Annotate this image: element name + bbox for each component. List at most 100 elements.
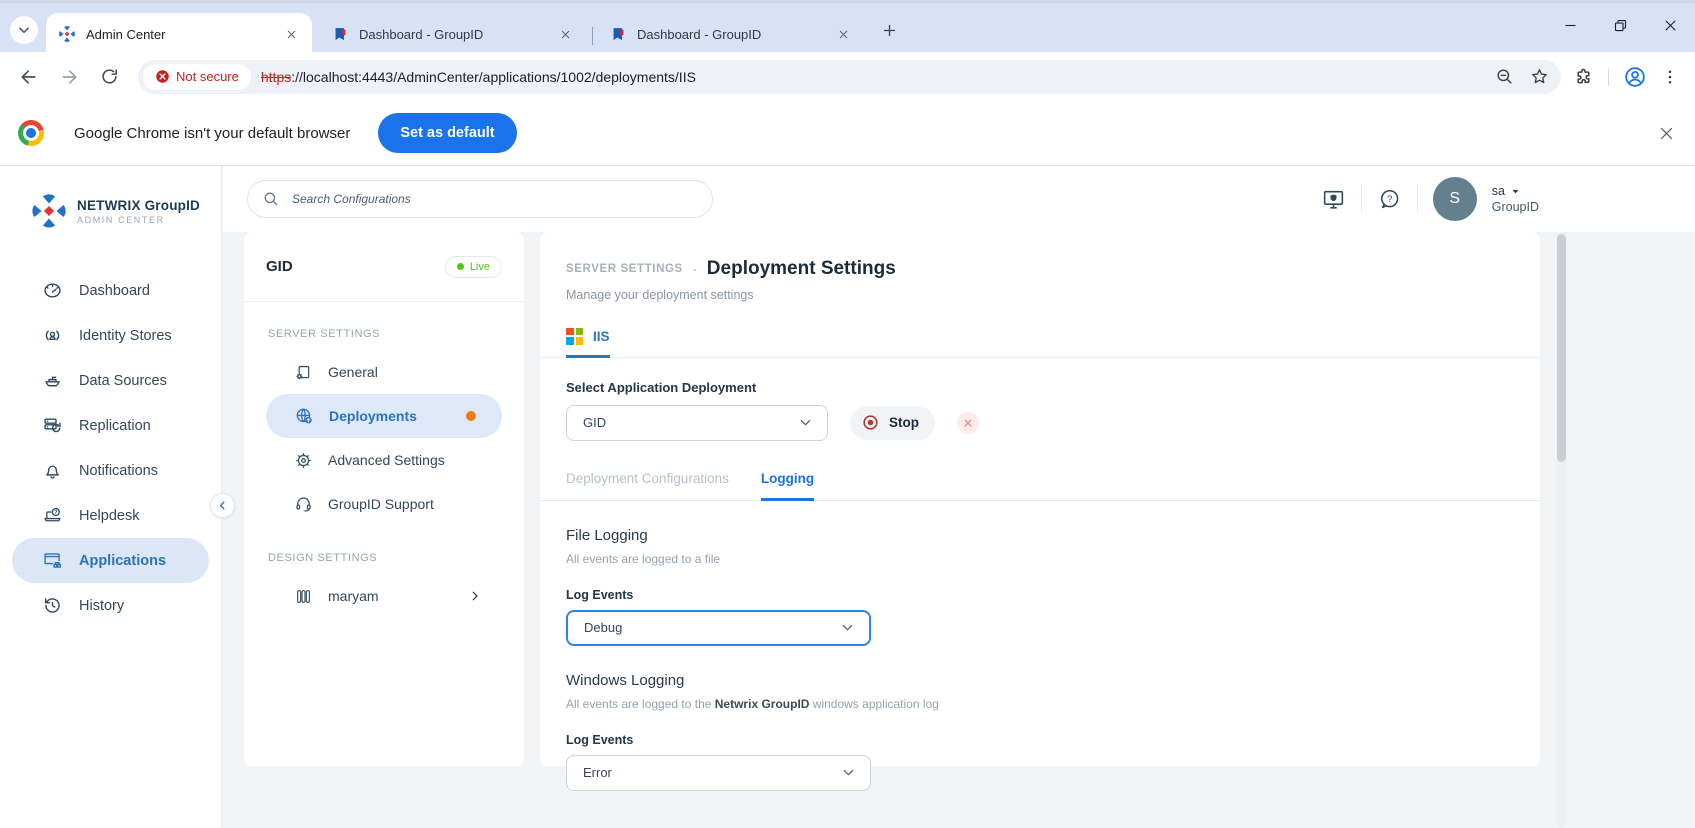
new-tab-button[interactable]: [876, 17, 902, 43]
user-avatar[interactable]: S: [1432, 177, 1477, 221]
toolbar-divider: [1608, 67, 1609, 86]
search-input[interactable]: Search Configurations: [247, 180, 713, 218]
sidebar-item-data-sources[interactable]: Data Sources: [0, 358, 221, 403]
headset-icon: [296, 496, 311, 511]
browser-toolbar: Not secure https://localhost:4443/AdminC…: [0, 52, 1695, 101]
admin-center-app: NETWRIX GroupID ADMIN CENTER Dashboard I…: [0, 166, 1695, 828]
tab-close-icon[interactable]: [834, 25, 852, 43]
tab-title: Dashboard - GroupID: [637, 26, 762, 42]
tab-deployment-configurations[interactable]: Deployment Configurations: [566, 471, 729, 500]
urlbar-icons: [1495, 67, 1549, 86]
helpdesk-icon: ?: [44, 507, 61, 522]
scrollbar-thumb[interactable]: [1557, 234, 1566, 462]
config-item-advanced-settings[interactable]: Advanced Settings: [244, 438, 524, 482]
sidebar-item-replication[interactable]: Replication: [0, 403, 221, 448]
help-icon[interactable]: ?: [1377, 187, 1402, 212]
infobar-message: Google Chrome isn't your default browser: [74, 124, 351, 142]
stop-button[interactable]: Stop: [850, 405, 935, 440]
restore-icon: [1614, 19, 1626, 31]
sidebar-item-identity-stores[interactable]: Identity Stores: [0, 313, 221, 358]
chevron-down-icon: [800, 420, 811, 426]
config-item-groupid-support[interactable]: GroupID Support: [244, 482, 524, 526]
data-sources-icon: [45, 376, 60, 387]
file-log-events-select[interactable]: Debug: [566, 609, 871, 646]
reload-button[interactable]: [92, 60, 126, 94]
deployment-select-label: Select Application Deployment: [566, 379, 757, 395]
brand-subtitle: ADMIN CENTER: [77, 214, 165, 225]
design-sliders-icon: [297, 589, 310, 603]
user-name: sa: [1491, 184, 1505, 198]
user-org: GroupID: [1491, 200, 1539, 214]
zoom-icon[interactable]: [1495, 67, 1514, 86]
sidebar-item-helpdesk[interactable]: ? Helpdesk: [0, 493, 221, 538]
not-secure-icon: [156, 70, 169, 83]
chevron-left-icon: [219, 501, 225, 510]
config-item-label: Advanced Settings: [328, 452, 445, 468]
sidebar-item-notifications[interactable]: Notifications: [0, 448, 221, 493]
maximize-button[interactable]: [1595, 3, 1645, 47]
tab-title: Dashboard - GroupID: [359, 26, 484, 42]
browser-tab-dashboard-2[interactable]: Dashboard - GroupID: [598, 13, 864, 55]
config-item-maryam[interactable]: maryam: [244, 574, 524, 618]
minimize-button[interactable]: [1545, 3, 1595, 47]
not-secure-badge[interactable]: Not secure: [143, 63, 251, 90]
tab-iis[interactable]: IIS: [566, 327, 610, 358]
tab-logging[interactable]: Logging: [760, 471, 815, 501]
sidebar: NETWRIX GroupID ADMIN CENTER Dashboard I…: [0, 166, 222, 828]
close-window-button[interactable]: [1645, 3, 1695, 47]
forward-button[interactable]: [52, 60, 86, 94]
monitor-shield-icon[interactable]: [1321, 187, 1346, 212]
chevron-right-icon: [468, 589, 482, 603]
profile-icon[interactable]: [1623, 65, 1647, 89]
configuration-panel: GID Live SERVER SETTINGS General Deploym…: [244, 232, 524, 766]
deployment-settings-panel: SERVER SETTINGS - Deployment Settings Ma…: [540, 232, 1540, 791]
config-item-deployments[interactable]: Deployments: [266, 394, 502, 438]
infobar-close-icon[interactable]: [1658, 125, 1675, 142]
set-as-default-button[interactable]: Set as default: [378, 113, 517, 153]
url-scheme: https: [260, 68, 292, 85]
sidebar-item-label: Notifications: [79, 462, 158, 479]
user-info[interactable]: sa GroupID: [1492, 184, 1539, 214]
sidebar-item-label: Identity Stores: [79, 327, 172, 344]
content-scrollbar[interactable]: [1556, 232, 1567, 828]
url-text: https://localhost:4443/AdminCenter/appli…: [261, 69, 1485, 85]
extensions-icon[interactable]: [1573, 66, 1594, 87]
settings-tabs: Deployment Configurations Logging: [540, 471, 1540, 501]
file-log-events-value: Debug: [584, 620, 623, 635]
windows-logging-title: Windows Logging: [566, 671, 685, 689]
tab-close-icon[interactable]: [282, 25, 300, 43]
config-item-general[interactable]: General: [244, 350, 524, 394]
tab-search-button[interactable]: [10, 16, 38, 44]
browser-tab-dashboard-1[interactable]: Dashboard - GroupID: [320, 13, 586, 55]
forward-arrow-icon: [62, 69, 77, 84]
browser-tab-admin-center[interactable]: Admin Center: [46, 13, 312, 55]
dismiss-deployment-icon[interactable]: [957, 411, 979, 434]
topbar-divider: [1416, 186, 1418, 212]
tab-close-icon[interactable]: [556, 25, 574, 43]
minimize-icon: [1565, 24, 1575, 26]
platform-tab-label: IIS: [593, 328, 610, 344]
live-dot-icon: [456, 263, 464, 270]
back-arrow-icon: [21, 69, 36, 84]
identity-stores-icon: [45, 330, 60, 341]
back-button[interactable]: [12, 60, 46, 94]
record-stop-icon: [863, 415, 878, 430]
sidebar-item-applications[interactable]: Applications: [12, 538, 209, 583]
panel-collapse-button[interactable]: [210, 493, 235, 518]
stop-button-label: Stop: [889, 415, 919, 430]
applications-icon: [44, 553, 62, 568]
bookmark-star-icon[interactable]: [1530, 67, 1549, 86]
sidebar-item-dashboard[interactable]: Dashboard: [0, 268, 221, 313]
configuration-name: GID: [266, 258, 293, 275]
file-log-events-label: Log Events: [566, 587, 634, 602]
topbar-right: ? S sa GroupID: [1321, 166, 1539, 232]
menu-kebab-icon[interactable]: [1661, 68, 1679, 86]
deployment-select[interactable]: GID: [566, 404, 828, 441]
file-logging-description: All events are logged to a file: [566, 551, 721, 566]
url-bar[interactable]: Not secure https://localhost:4443/AdminC…: [138, 59, 1561, 94]
svg-text:?: ?: [54, 510, 58, 516]
svg-text:?: ?: [1387, 194, 1392, 204]
general-settings-icon: [296, 365, 310, 379]
windows-log-events-select[interactable]: Error: [566, 754, 871, 791]
sidebar-item-history[interactable]: History: [0, 583, 221, 628]
